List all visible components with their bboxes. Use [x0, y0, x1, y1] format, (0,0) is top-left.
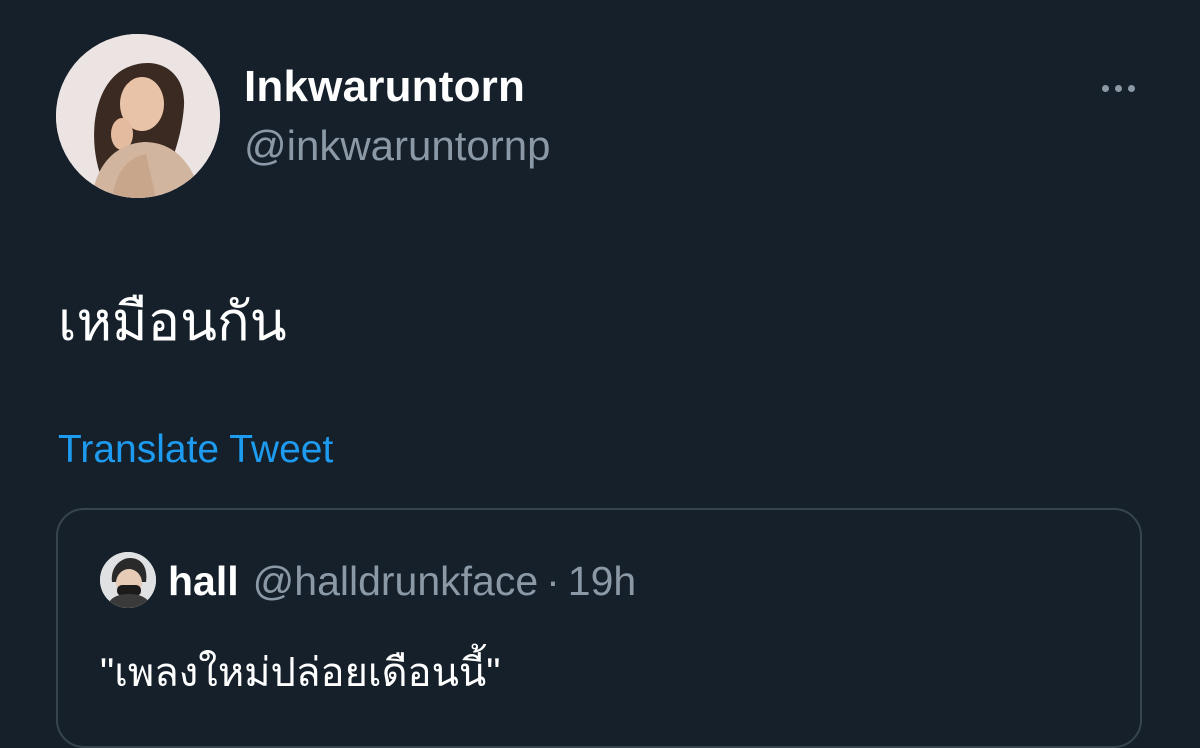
quote-avatar[interactable] [100, 552, 156, 608]
quote-header: hall @halldrunkface · 19h [168, 558, 636, 604]
more-options-button[interactable] [1092, 76, 1144, 100]
quote-timestamp[interactable]: 19h [568, 558, 636, 604]
quoted-tweet-card[interactable]: hall @halldrunkface · 19h "เพลงใหม่ปล่อยเดื… [56, 508, 1142, 748]
user-handle[interactable]: @inkwaruntornp [244, 122, 550, 170]
translate-tweet-link[interactable]: Translate Tweet [58, 428, 333, 472]
quote-text: "เพลงใหม่ปล่อยเดือนนี้" [100, 651, 501, 695]
tweet-text: เหมือนกัน [58, 292, 287, 352]
avatar[interactable] [56, 34, 220, 198]
quote-user-handle[interactable]: @halldrunkface [253, 558, 539, 604]
quote-separator: · [546, 558, 560, 604]
quote-display-name[interactable]: hall [168, 558, 239, 604]
more-horizontal-icon [1099, 84, 1138, 92]
display-name[interactable]: Inkwaruntorn [244, 62, 525, 112]
tweet: Inkwaruntorn @inkwaruntornp เหมือนกัน Tr… [0, 0, 1200, 748]
